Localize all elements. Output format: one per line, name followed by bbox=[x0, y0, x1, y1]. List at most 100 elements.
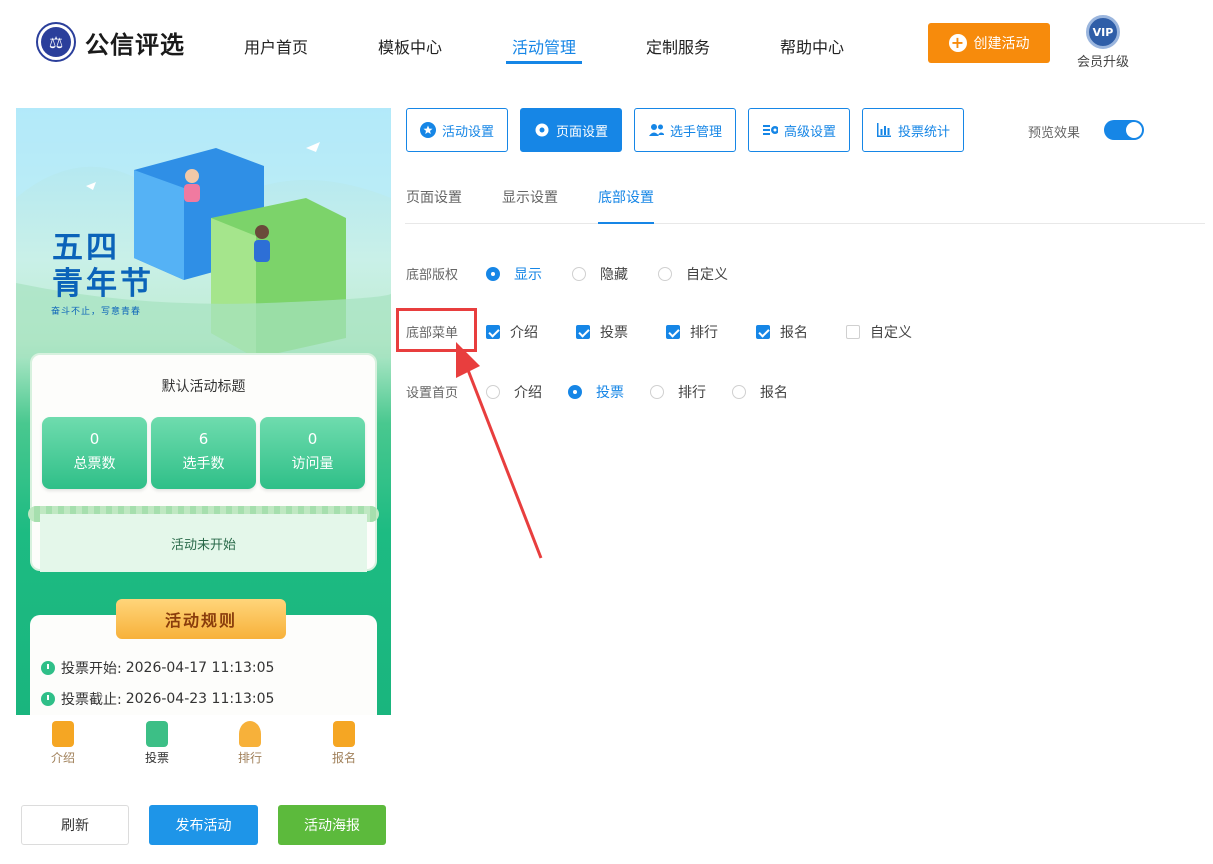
menu-option-ranking[interactable]: 排行 bbox=[666, 322, 718, 342]
tool-page-settings[interactable]: 页面设置 bbox=[520, 108, 622, 152]
checkbox-checked bbox=[576, 325, 590, 339]
clock-icon bbox=[41, 661, 55, 675]
logo-text: 公信评选 bbox=[85, 30, 185, 59]
tabbar-item-ranking[interactable]: 排行 bbox=[220, 721, 280, 766]
stat-contestants: 6 选手数 bbox=[151, 417, 256, 489]
toggle-knob bbox=[1126, 122, 1142, 138]
rule-vote-start: 投票开始: 2026-04-17 11:13:05 bbox=[41, 658, 274, 678]
star-icon bbox=[419, 122, 436, 138]
plus-circle-icon: + bbox=[948, 34, 967, 52]
vip-upgrade-label: 会员升级 bbox=[1076, 55, 1129, 70]
tabbar-label: 排行 bbox=[237, 751, 262, 765]
vote-box-icon bbox=[146, 721, 168, 747]
option-label: 投票 bbox=[596, 385, 624, 401]
radio-selected bbox=[568, 385, 582, 399]
tool-vote-statistics[interactable]: 投票统计 bbox=[862, 108, 964, 152]
advanced-settings-icon bbox=[762, 122, 778, 138]
radio bbox=[572, 267, 586, 281]
option-label: 显示 bbox=[514, 267, 542, 283]
copyright-option-custom[interactable]: 自定义 bbox=[658, 264, 728, 284]
menu-option-signup[interactable]: 报名 bbox=[756, 322, 808, 342]
radio bbox=[658, 267, 672, 281]
option-label: 报名 bbox=[780, 325, 808, 341]
tabbar-item-vote[interactable]: 投票 bbox=[127, 721, 187, 766]
nav-active-underline bbox=[506, 61, 582, 64]
rule-value: 2026-04-23 11:13:05 bbox=[125, 691, 275, 707]
refresh-button[interactable]: 刷新 bbox=[21, 805, 129, 845]
tool-contestant-management[interactable]: 选手管理 bbox=[634, 108, 736, 152]
homepage-option-vote[interactable]: 投票 bbox=[568, 382, 624, 402]
subtab-page-settings[interactable]: 页面设置 bbox=[406, 187, 462, 207]
activity-status-box: 活动未开始 bbox=[40, 514, 367, 572]
rule-value: 2026-04-17 11:13:05 bbox=[125, 660, 275, 676]
radio-selected bbox=[486, 267, 500, 281]
checkbox-checked bbox=[666, 325, 680, 339]
menu-option-intro[interactable]: 介绍 bbox=[486, 322, 538, 342]
nav-user-home[interactable]: 用户首页 bbox=[244, 34, 308, 58]
option-label: 隐藏 bbox=[600, 267, 628, 283]
stat-label: 总票数 bbox=[73, 456, 116, 472]
tool-label: 投票统计 bbox=[897, 124, 950, 140]
menu-option-vote[interactable]: 投票 bbox=[576, 322, 628, 342]
stat-value: 0 bbox=[89, 430, 100, 448]
nav-template-center[interactable]: 模板中心 bbox=[378, 34, 442, 58]
tool-label: 选手管理 bbox=[669, 124, 722, 140]
option-label: 报名 bbox=[760, 385, 788, 401]
stat-value: 0 bbox=[307, 430, 318, 448]
tabbar-label: 投票 bbox=[144, 751, 169, 765]
option-label: 排行 bbox=[678, 385, 706, 401]
stat-total-votes: 0 总票数 bbox=[42, 417, 147, 489]
stat-label: 选手数 bbox=[182, 456, 225, 472]
logo-emblem-icon: ⚖ bbox=[36, 22, 76, 62]
option-label: 自定义 bbox=[686, 267, 728, 283]
vip-badge-icon: VIP bbox=[1086, 15, 1120, 49]
nav-help-center[interactable]: 帮助中心 bbox=[780, 34, 844, 58]
tabbar-item-intro[interactable]: 介绍 bbox=[33, 721, 93, 766]
banner-title-line1: 五四 bbox=[52, 230, 120, 266]
homepage-option-signup[interactable]: 报名 bbox=[732, 382, 788, 402]
signup-form-icon bbox=[333, 721, 355, 747]
nav-custom-service[interactable]: 定制服务 bbox=[646, 34, 710, 58]
checkbox-checked bbox=[756, 325, 770, 339]
tool-label: 活动设置 bbox=[441, 124, 494, 140]
preview-tabbar: 介绍 投票 排行 报名 bbox=[16, 715, 391, 775]
activity-poster-button[interactable]: 活动海报 bbox=[278, 805, 386, 845]
preview-toggle-label: 预览效果 bbox=[1028, 126, 1081, 141]
tabbar-label: 报名 bbox=[331, 751, 356, 765]
checkbox-checked bbox=[486, 325, 500, 339]
homepage-option-ranking[interactable]: 排行 bbox=[650, 382, 706, 402]
subtab-display-settings[interactable]: 显示设置 bbox=[502, 187, 558, 207]
tool-activity-settings[interactable]: 活动设置 bbox=[406, 108, 508, 152]
trophy-icon bbox=[239, 721, 261, 747]
subtab-footer-settings[interactable]: 底部设置 bbox=[598, 187, 654, 207]
rule-vote-end: 投票截止: 2026-04-23 11:13:05 bbox=[41, 689, 274, 709]
banner-title-line2: 青年节 bbox=[52, 266, 154, 302]
banner-title: 五四 青年节 bbox=[52, 230, 154, 302]
checkbox bbox=[846, 325, 860, 339]
vip-upgrade[interactable]: VIP 会员升级 bbox=[1070, 15, 1136, 70]
preview-toggle[interactable] bbox=[1104, 120, 1144, 140]
activity-status: 活动未开始 bbox=[170, 538, 236, 553]
mobile-preview: 五四 青年节 奋斗不止，写意青春 默认活动标题 0 总票数 6 选手数 0 访问… bbox=[16, 108, 391, 715]
create-activity-button[interactable]: + 创建活动 bbox=[928, 23, 1050, 63]
clock-icon bbox=[41, 692, 55, 706]
footer-copyright-label: 底部版权 bbox=[406, 268, 459, 283]
publish-activity-button[interactable]: 发布活动 bbox=[149, 805, 258, 845]
option-label: 自定义 bbox=[870, 325, 912, 341]
copyright-option-hide[interactable]: 隐藏 bbox=[572, 264, 628, 284]
copyright-option-show[interactable]: 显示 bbox=[486, 264, 542, 284]
tabbar-label: 介绍 bbox=[50, 751, 75, 765]
logo[interactable]: ⚖ 公信评选 bbox=[36, 22, 185, 62]
bar-chart-icon bbox=[876, 122, 892, 138]
menu-option-custom[interactable]: 自定义 bbox=[846, 322, 912, 342]
subtab-divider bbox=[405, 223, 1205, 224]
users-icon bbox=[648, 122, 664, 138]
document-icon bbox=[52, 721, 74, 747]
stat-label: 访问量 bbox=[291, 456, 334, 472]
tabbar-item-signup[interactable]: 报名 bbox=[314, 721, 374, 766]
activity-title: 默认活动标题 bbox=[161, 379, 246, 395]
radio bbox=[650, 385, 664, 399]
nav-activity-management[interactable]: 活动管理 bbox=[512, 34, 576, 58]
rule-label: 投票开始: bbox=[61, 661, 122, 677]
tool-advanced-settings[interactable]: 高级设置 bbox=[748, 108, 850, 152]
